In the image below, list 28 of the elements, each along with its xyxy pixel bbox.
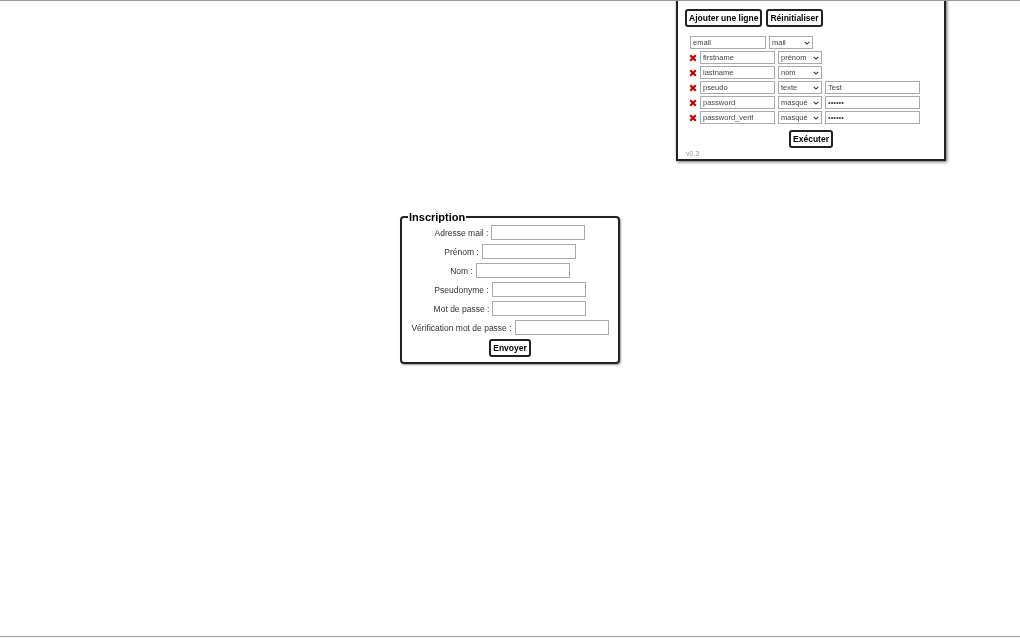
submit-button[interactable]: Envoyer: [489, 339, 531, 357]
panel-button[interactable]: Réinitialiser: [766, 9, 823, 27]
caret-icon: [813, 100, 819, 105]
delete-icon[interactable]: [689, 68, 697, 77]
caret-icon: [813, 55, 819, 60]
field-label: Prénom :: [444, 246, 479, 257]
input-field[interactable]: [514, 320, 609, 335]
input-field[interactable]: [491, 282, 586, 297]
delete-icon[interactable]: [689, 83, 697, 92]
input-field[interactable]: [491, 225, 586, 240]
delete-icon[interactable]: [689, 98, 697, 107]
input-field[interactable]: [475, 263, 570, 278]
caret-icon: [813, 70, 819, 75]
field-label: Pseudonyme :: [434, 284, 489, 295]
delete-icon[interactable]: [689, 53, 697, 62]
field-label: Vérification mot de passe :: [411, 322, 512, 333]
field-label: Adresse mail :: [434, 227, 489, 238]
panel-button[interactable]: Ajouter une ligne: [685, 9, 763, 27]
caret-icon: [813, 85, 819, 90]
form-legend: Inscription: [408, 211, 467, 223]
caret-icon: [804, 40, 810, 45]
caret-icon: [813, 115, 819, 120]
execute-button[interactable]: Exécuter: [789, 130, 833, 148]
field-label: Mot de passe :: [433, 303, 490, 314]
delete-icon[interactable]: [689, 113, 697, 122]
input-field[interactable]: [492, 301, 587, 316]
input-field[interactable]: [481, 244, 576, 259]
field-label: Nom :: [450, 265, 473, 276]
